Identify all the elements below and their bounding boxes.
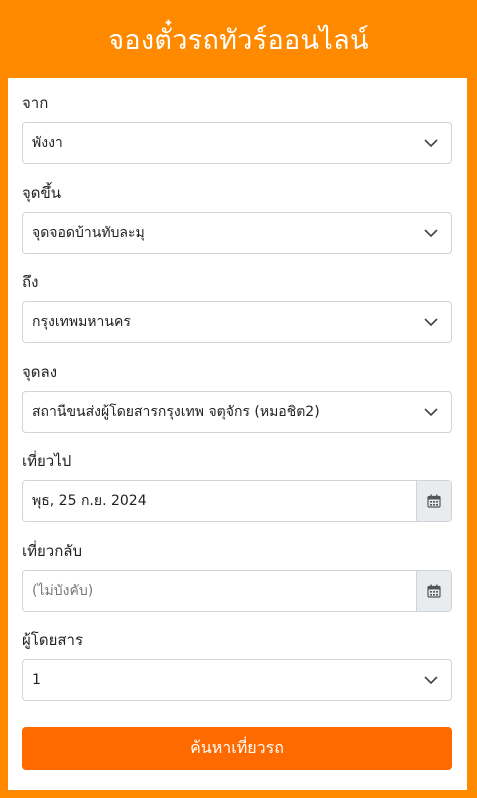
depart-value: พุธ, 25 ก.ย. 2024 [32,493,147,509]
depart-field: เที่ยวไป พุธ, 25 ก.ย. 2024 [22,450,452,522]
calendar-icon[interactable] [416,571,451,611]
from-select[interactable]: พังงา [22,122,452,164]
chevron-down-icon [411,660,451,700]
depart-label: เที่ยวไป [22,452,72,470]
to-field: ถึง กรุงเทพมหานคร [22,271,452,343]
passengers-label: ผู้โดยสาร [22,631,84,649]
pickup-value: จุดจอดบ้านทับละมุ [32,225,145,241]
return-placeholder: (ไม่บังคับ) [32,583,94,599]
calendar-icon[interactable] [416,481,451,521]
pickup-label: จุดขึ้น [22,184,62,202]
chevron-down-icon [411,392,451,432]
chevron-down-icon [411,123,451,163]
return-label: เที่ยวกลับ [22,542,83,560]
pickup-field: จุดขึ้น จุดจอดบ้านทับละมุ [22,182,452,254]
depart-date-input[interactable]: พุธ, 25 ก.ย. 2024 [22,480,452,522]
booking-widget: จองตั๋วรถทัวร์ออนไลน์ จาก พังงา จุดขึ้น … [0,0,477,798]
search-trips-button[interactable]: ค้นหาเที่ยวรถ [22,727,452,770]
dropoff-select[interactable]: สถานีขนส่งผู้โดยสารกรุงเทพ จตุจักร (หมอช… [22,391,452,433]
from-field: จาก พังงา [22,92,452,164]
from-label: จาก [22,94,49,112]
to-select[interactable]: กรุงเทพมหานคร [22,301,452,343]
return-date-input[interactable]: (ไม่บังคับ) [22,570,452,612]
search-form: จาก พังงา จุดขึ้น จุดจอดบ้านทับละมุ ถึง [8,78,467,790]
pickup-select[interactable]: จุดจอดบ้านทับละมุ [22,212,452,254]
dropoff-value: สถานีขนส่งผู้โดยสารกรุงเทพ จตุจักร (หมอช… [32,404,320,420]
chevron-down-icon [411,302,451,342]
page-title: จองตั๋วรถทัวร์ออนไลน์ [108,24,369,56]
to-value: กรุงเทพมหานคร [32,314,131,330]
passengers-field: ผู้โดยสาร 1 [22,629,452,701]
to-label: ถึง [22,273,39,291]
passengers-select[interactable]: 1 [22,659,452,701]
dropoff-label: จุดลง [22,363,58,381]
from-value: พังงา [32,135,63,151]
dropoff-field: จุดลง สถานีขนส่งผู้โดยสารกรุงเทพ จตุจักร… [22,361,452,433]
return-field: เที่ยวกลับ (ไม่บังคับ) [22,540,452,612]
passengers-value: 1 [32,672,41,688]
chevron-down-icon [411,213,451,253]
